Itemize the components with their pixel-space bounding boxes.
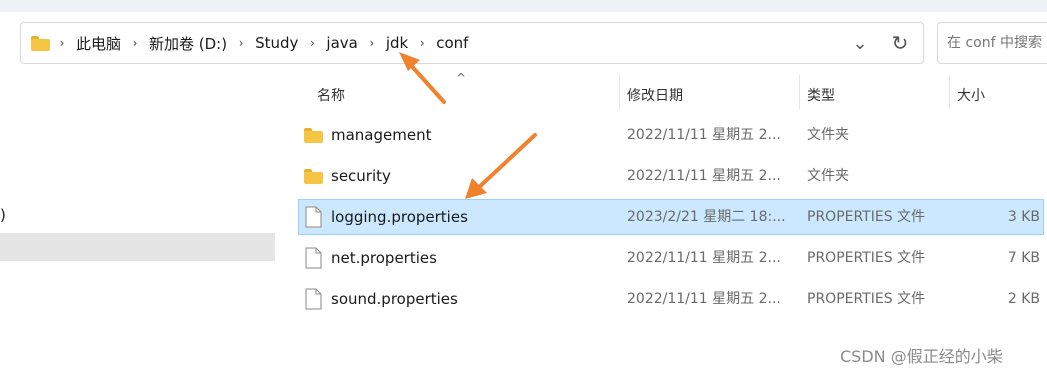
file-modified: 2023/2/21 星期二 18:... (627, 209, 786, 225)
chevron-down-icon[interactable]: ⌄ (843, 33, 877, 54)
chevron-right-icon: › (238, 36, 244, 50)
nav-item-fragment[interactable]: ) (0, 206, 6, 224)
file-name: net.properties (331, 249, 437, 267)
column-header-name[interactable]: 名称 (317, 85, 345, 105)
chevron-right-icon: › (369, 36, 375, 50)
file-modified: 2022/11/11 星期五 2... (627, 168, 781, 184)
column-header-type[interactable]: 类型 (807, 85, 835, 105)
document-icon (305, 247, 322, 269)
folder-icon (304, 127, 323, 143)
nav-selected-item[interactable] (0, 233, 275, 261)
file-type: PROPERTIES 文件 (807, 291, 926, 307)
file-row[interactable]: sound.properties 2022/11/11 星期五 2... PRO… (298, 281, 1044, 317)
breadcrumb-drive-d[interactable]: 新加卷 (D:) (147, 33, 229, 54)
column-header: ^ 名称 修改日期 类型 大小 (282, 71, 1047, 115)
breadcrumb-this-pc[interactable]: 此电脑 (74, 33, 123, 54)
column-divider[interactable] (949, 75, 950, 109)
file-type: 文件夹 (807, 127, 849, 143)
file-row-selected[interactable]: logging.properties 2023/2/21 星期二 18:... … (298, 199, 1044, 235)
breadcrumb-study[interactable]: Study (253, 34, 300, 52)
file-name: management (331, 126, 432, 144)
file-size: 7 KB (1007, 250, 1040, 266)
file-size: 2 KB (1007, 291, 1040, 307)
file-name: security (331, 167, 391, 185)
file-row[interactable]: security 2022/11/11 星期五 2... 文件夹 (298, 158, 1044, 194)
column-header-modified[interactable]: 修改日期 (627, 85, 683, 105)
file-type: PROPERTIES 文件 (807, 209, 926, 225)
file-size: 3 KB (1007, 209, 1040, 225)
folder-icon (304, 168, 323, 184)
breadcrumb-conf[interactable]: conf (434, 34, 470, 52)
file-modified: 2022/11/11 星期五 2... (627, 291, 781, 307)
file-row[interactable]: net.properties 2022/11/11 星期五 2... PROPE… (298, 240, 1044, 276)
file-modified: 2022/11/11 星期五 2... (627, 250, 781, 266)
watermark: CSDN @假正经的小柴 (840, 347, 1003, 366)
search-box[interactable] (937, 22, 1047, 64)
address-bar[interactable]: › 此电脑 › 新加卷 (D:) › Study › java › jdk › … (20, 22, 924, 64)
document-icon (305, 288, 322, 310)
window-top-strip (0, 0, 1047, 12)
file-type: 文件夹 (807, 168, 849, 184)
refresh-icon[interactable]: ↻ (877, 31, 923, 55)
file-type: PROPERTIES 文件 (807, 250, 926, 266)
column-divider[interactable] (619, 75, 620, 109)
chevron-right-icon: › (419, 36, 425, 50)
column-header-size[interactable]: 大小 (957, 85, 985, 105)
chevron-right-icon: › (59, 36, 65, 50)
file-name: sound.properties (331, 290, 458, 308)
breadcrumb-java[interactable]: java (324, 34, 359, 52)
chevron-right-icon: › (310, 36, 315, 50)
chevron-right-icon: › (132, 36, 138, 50)
search-input[interactable] (938, 23, 1047, 63)
breadcrumb-jdk[interactable]: jdk (384, 34, 410, 52)
breadcrumb: › 此电脑 › 新加卷 (D:) › Study › java › jdk › … (31, 23, 470, 63)
file-row[interactable]: management 2022/11/11 星期五 2... 文件夹 (298, 117, 1044, 153)
sort-ascending-icon: ^ (456, 71, 467, 85)
column-divider[interactable] (799, 75, 800, 109)
file-modified: 2022/11/11 星期五 2... (627, 127, 781, 143)
file-name: logging.properties (331, 208, 468, 226)
folder-icon (31, 35, 50, 51)
document-icon (305, 206, 322, 228)
